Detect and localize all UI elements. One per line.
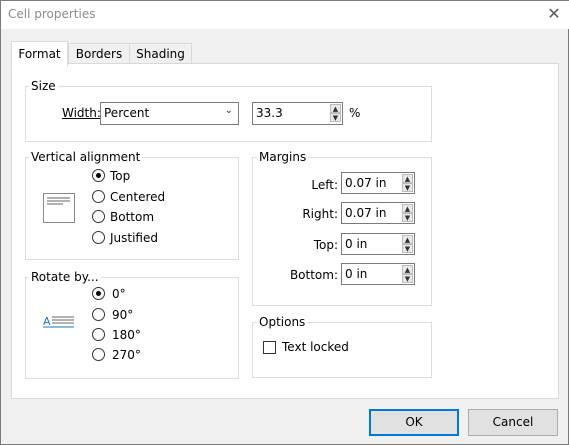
margin-right-spinner[interactable]: 0.07 in ▲ ▼ [341,202,415,224]
width-label: Width: [62,106,101,120]
spin-up-icon[interactable]: ▲ [402,204,413,213]
width-value: 33.3 [256,106,283,120]
valign-centered-label: Centered [110,190,166,204]
vertical-alignment-legend: Vertical alignment [29,150,143,164]
cell-properties-dialog: Cell properties ✕ Format Borders Shading… [0,0,569,445]
tab-format[interactable]: Format [11,41,68,67]
spin-buttons: ▲ ▼ [402,174,413,192]
spin-down-icon[interactable]: ▼ [402,183,413,192]
valign-centered-radio[interactable] [92,190,105,203]
spin-down-icon[interactable]: ▼ [330,113,341,122]
spin-up-icon[interactable]: ▲ [330,104,341,113]
window-title: Cell properties [8,7,96,21]
rotate-90-label: 90° [112,308,134,322]
rotate-0-radio[interactable] [92,287,105,300]
margin-right-label: Right: [302,207,338,221]
size-legend: Size [29,79,58,93]
text-locked-checkbox[interactable] [263,341,276,354]
width-mode-value: Percent [104,106,150,120]
ok-button[interactable]: OK [369,409,459,436]
margin-top-spinner[interactable]: 0 in ▲ ▼ [341,233,415,255]
rotate-270-radio[interactable] [92,348,105,361]
svg-text:A: A [43,315,51,328]
spin-down-icon[interactable]: ▼ [402,213,413,222]
margin-right-value: 0.07 in [345,206,387,220]
width-value-spinner[interactable]: 33.3 ▲ ▼ [252,102,343,125]
rotate-90-radio[interactable] [92,308,105,321]
spin-up-icon[interactable]: ▲ [402,265,413,274]
chevron-down-icon: ⌄ [224,105,233,116]
margin-left-spinner[interactable]: 0.07 in ▲ ▼ [341,172,415,194]
width-mode-select[interactable]: Percent ⌄ [100,102,239,125]
percent-unit-label: % [349,106,361,120]
spin-buttons: ▲ ▼ [402,235,413,253]
valign-bottom-radio[interactable] [92,210,105,223]
margin-bottom-spinner[interactable]: 0 in ▲ ▼ [341,263,415,285]
valign-top-radio[interactable] [92,169,105,182]
vertical-align-preview-icon [43,193,75,223]
spin-up-icon[interactable]: ▲ [402,174,413,183]
rotate-legend: Rotate by... [29,270,101,284]
margin-top-label: Top: [313,238,338,252]
rotate-preview-icon: A [43,315,74,328]
valign-bottom-label: Bottom [110,210,155,224]
spin-buttons: ▲ ▼ [402,265,413,283]
margin-top-value: 0 in [345,237,368,251]
valign-justified-label: Justified [110,231,158,245]
rotate-180-label: 180° [112,328,141,342]
valign-justified-radio[interactable] [92,231,105,244]
margin-bottom-value: 0 in [345,267,368,281]
spin-up-icon[interactable]: ▲ [402,235,413,244]
margin-left-value: 0.07 in [345,176,387,190]
valign-top-label: Top [110,169,131,183]
rotate-270-label: 270° [112,348,141,362]
margin-left-label: Left: [311,178,338,192]
rotate-180-radio[interactable] [92,328,105,341]
margins-legend: Margins [257,150,309,164]
spin-buttons: ▲ ▼ [330,104,341,123]
margin-bottom-label: Bottom: [289,268,338,282]
cancel-button[interactable]: Cancel [468,409,558,436]
spin-down-icon[interactable]: ▼ [402,274,413,283]
text-locked-label: Text locked [282,340,349,354]
spin-down-icon[interactable]: ▼ [402,244,413,253]
options-legend: Options [257,315,308,329]
rotate-0-label: 0° [112,287,126,301]
close-icon[interactable]: ✕ [544,4,564,24]
spin-buttons: ▲ ▼ [402,204,413,222]
